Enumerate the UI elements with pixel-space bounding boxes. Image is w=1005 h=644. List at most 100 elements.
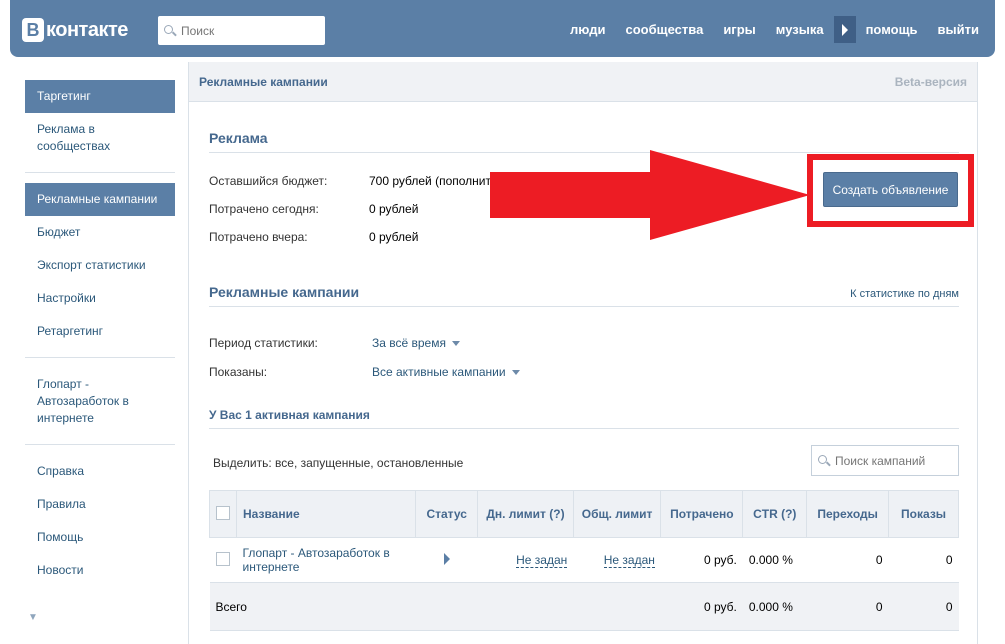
period-row: Период статистики: За всё время [209, 336, 460, 350]
stats-by-day-link[interactable]: К статистике по дням [850, 288, 959, 300]
top-nav: люди сообщества игры музыка помощь выйти [570, 16, 979, 43]
logo-icon: В [22, 18, 44, 42]
campaigns-section-header: Рекламные кампании К статистике по дням [209, 284, 959, 307]
row-checkbox[interactable] [215, 551, 230, 566]
shown-value: Все активные кампании [372, 365, 506, 379]
table-total-row: Всего 0 руб. 0.000 % 0 0 [209, 582, 959, 631]
spent-yesterday-value: 0 рублей [369, 230, 419, 244]
sidebar-item-news[interactable]: Новости [25, 554, 175, 587]
logo-text: контакте [46, 18, 128, 41]
sidebar-item-help[interactable]: Помощь [25, 521, 175, 554]
search-icon [164, 24, 176, 37]
total-ctr: 0.000 % [742, 582, 807, 631]
dropdown-arrow-icon [511, 369, 520, 375]
spent-today-label: Потрачено сегодня: [209, 202, 319, 216]
sidebar-item-settings[interactable]: Настройки [25, 282, 175, 315]
shown-row: Показаны: Все активные кампании [209, 365, 520, 379]
total-views: 0 [888, 582, 959, 631]
campaigns-title: Рекламные кампании [209, 284, 360, 300]
period-label: Период статистики: [209, 336, 318, 350]
table-header-row: Название Статус Дн. лимит (?) Общ. лимит… [209, 490, 959, 538]
main-header: Рекламные кампании Beta-версия [189, 62, 977, 102]
sidebar-item-rules[interactable]: Правила [25, 488, 175, 521]
campaign-search-input[interactable] [835, 453, 953, 468]
sidebar-divider [25, 357, 175, 358]
spent-today-row: Потрачено сегодня: 0 рублей [209, 202, 418, 216]
beta-label: Beta-версия [894, 74, 967, 89]
create-ad-button[interactable]: Создать объявление [823, 172, 958, 207]
table-row: Глопарт - Автозаработок в интернете Не з… [209, 537, 959, 583]
campaign-search[interactable] [811, 445, 959, 476]
col-status[interactable]: Статус [415, 490, 479, 538]
spent-yesterday-row: Потрачено вчера: 0 рублей [209, 230, 418, 244]
main-panel: Рекламные кампании Beta-версия Реклама О… [188, 62, 978, 644]
total-label: Всего [209, 582, 661, 631]
col-spent[interactable]: Потрачено [660, 490, 744, 538]
nav-communities[interactable]: сообщества [625, 22, 703, 37]
search-icon [818, 454, 830, 467]
period-value: За всё время [372, 336, 446, 350]
global-search[interactable] [158, 16, 325, 45]
day-limit-cell: Не задан [477, 537, 574, 583]
sidebar-item-retargeting[interactable]: Ретаргетинг [25, 315, 175, 348]
campaign-name-link[interactable]: Глопарт - Автозаработок в интернете [243, 546, 390, 574]
red-arrow-annotation [490, 150, 810, 240]
sidebar-item-budget[interactable]: Бюджет [25, 216, 175, 249]
select-filter-text[interactable]: Выделить: все, запущенные, остановленные [213, 456, 463, 470]
sidebar-divider [25, 172, 175, 173]
col-ctr[interactable]: CTR (?) [742, 490, 808, 538]
sidebar-item-campaigns[interactable]: Рекламные кампании [25, 183, 175, 216]
play-arrow-icon [841, 23, 848, 36]
spent-yesterday-label: Потрачено вчера: [209, 230, 308, 244]
nav-people[interactable]: люди [570, 22, 605, 37]
sidebar-divider [25, 444, 175, 445]
col-day-limit[interactable]: Дн. лимит (?) [477, 490, 574, 538]
ads-title: Реклама [209, 130, 268, 146]
sidebar-item-reference[interactable]: Справка [25, 455, 175, 488]
total-limit-cell: Не задан [573, 537, 661, 583]
spent-today-value: 0 рублей [369, 202, 419, 216]
sidebar-item-targeting[interactable]: Таргетинг [25, 80, 175, 113]
nav-help[interactable]: помощь [866, 22, 918, 37]
play-status-icon[interactable] [443, 552, 450, 565]
sidebar-item-community-ads[interactable]: Реклама в сообществах [25, 113, 175, 163]
col-views[interactable]: Показы [888, 490, 959, 538]
top-bar: В контакте люди сообщества игры музыка п… [10, 0, 995, 57]
budget-row: Оставшийся бюджет: 700 рублей (пополнить… [209, 174, 501, 188]
sidebar-item-campaign[interactable]: Глопарт - Автозаработок в интернете [25, 368, 175, 435]
select-all-checkbox[interactable] [216, 505, 230, 520]
views-cell: 0 [888, 537, 959, 583]
shown-label: Показаны: [209, 365, 268, 379]
col-clicks[interactable]: Переходы [806, 490, 890, 538]
row-select-cell [209, 537, 237, 583]
budget-value[interactable]: 700 рублей (пополнить) [369, 174, 501, 188]
create-ad-highlight: Создать объявление [807, 154, 974, 227]
total-clicks: 0 [806, 582, 889, 631]
col-total-limit[interactable]: Общ. лимит [572, 490, 662, 538]
nav-logout[interactable]: выйти [938, 22, 979, 37]
campaign-name-cell: Глопарт - Автозаработок в интернете [236, 537, 416, 583]
select-all-cell [209, 490, 237, 538]
campaigns-table: Название Статус Дн. лимит (?) Общ. лимит… [209, 490, 959, 631]
page-title: Рекламные кампании [199, 74, 328, 89]
sidebar-item-export[interactable]: Экспорт статистики [25, 249, 175, 282]
scroll-down-icon[interactable]: ▼ [28, 612, 38, 623]
nav-games[interactable]: игры [723, 22, 755, 37]
sidebar: Таргетинг Реклама в сообществах Рекламны… [25, 80, 175, 587]
shown-dropdown[interactable]: Все активные кампании [372, 365, 520, 379]
budget-label: Оставшийся бюджет: [209, 174, 328, 188]
col-name[interactable]: Название [235, 490, 417, 538]
dropdown-arrow-icon [451, 340, 460, 346]
nav-more-button[interactable] [833, 16, 856, 43]
status-cell [415, 537, 478, 583]
day-limit-value[interactable]: Не задан [516, 553, 568, 568]
total-spent: 0 руб. [660, 582, 743, 631]
nav-music[interactable]: музыка [776, 22, 824, 37]
period-dropdown[interactable]: За всё время [372, 336, 460, 350]
search-input[interactable] [181, 23, 311, 38]
total-limit-value[interactable]: Не задан [603, 553, 655, 568]
vk-logo[interactable]: В контакте [22, 16, 128, 44]
active-campaigns-heading: У Вас 1 активная кампания [209, 408, 959, 429]
ctr-cell: 0.000 % [742, 537, 807, 583]
spent-cell: 0 руб. [660, 537, 743, 583]
